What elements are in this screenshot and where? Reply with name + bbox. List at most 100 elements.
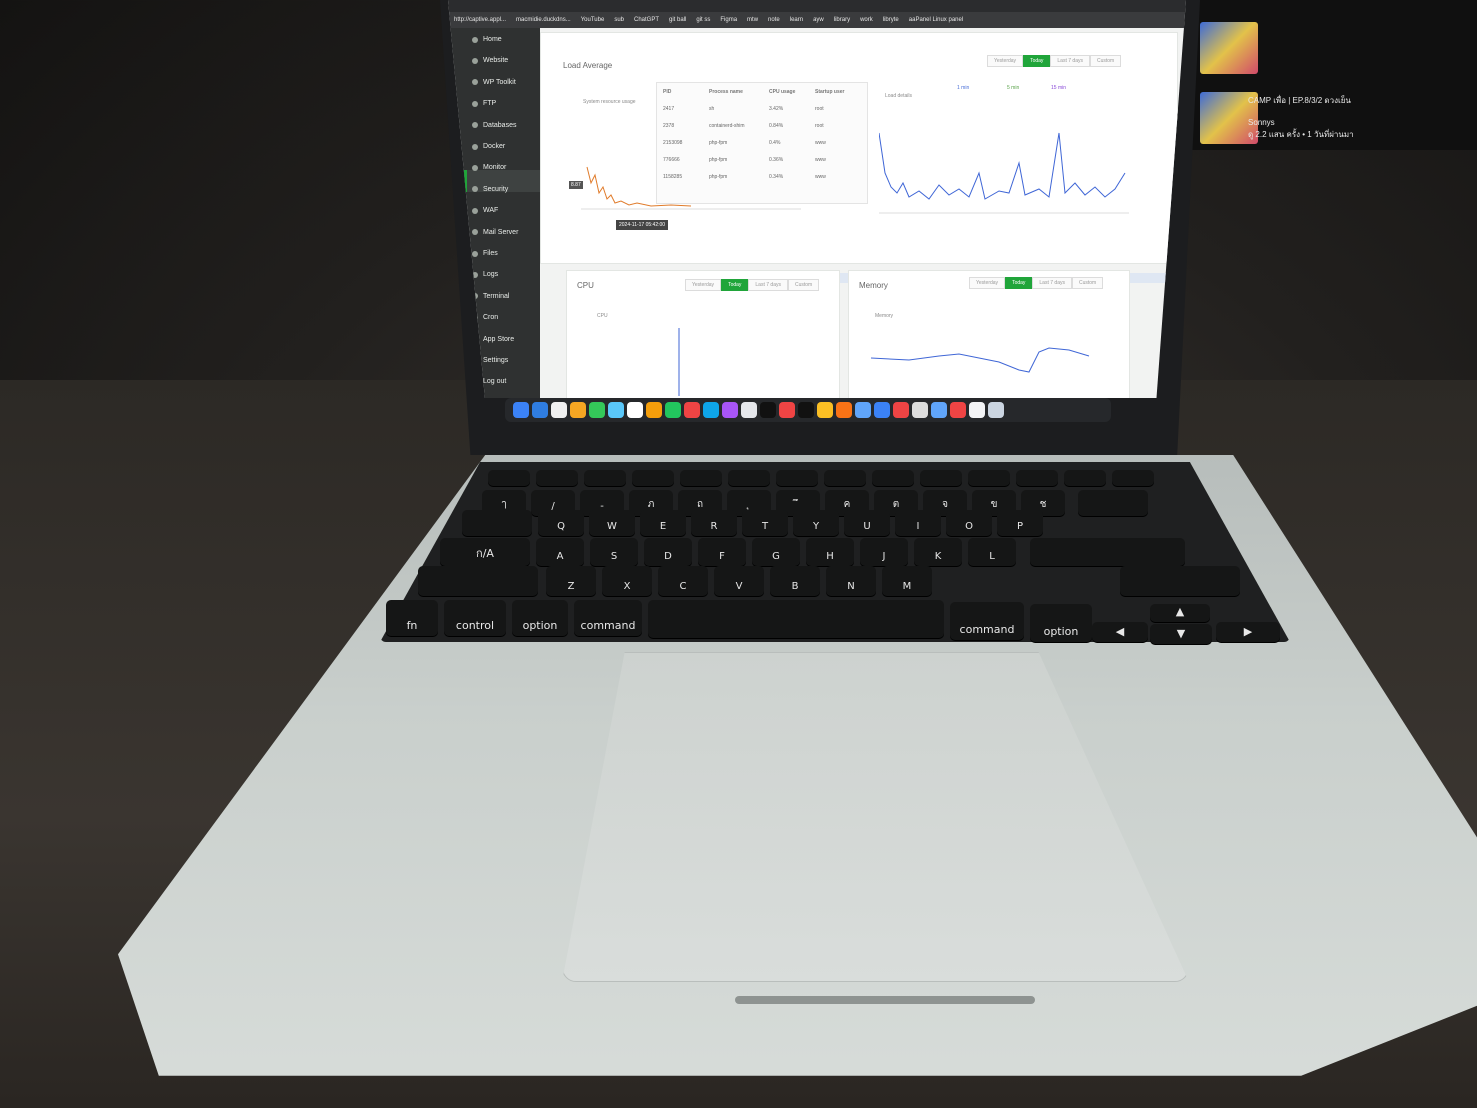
bookmark-link[interactable]: aaPanel Linux panel [909,17,963,23]
function-key[interactable] [632,470,674,486]
arrow-left-key[interactable]: ◀ [1092,622,1148,642]
app-icon[interactable] [627,402,643,418]
app-icon[interactable] [589,402,605,418]
app-icon[interactable] [532,402,548,418]
tab-today[interactable]: Today [1023,55,1051,67]
app-icon[interactable] [551,402,567,418]
function-key[interactable] [680,470,722,486]
app-icon[interactable] [722,402,738,418]
letter-key-d[interactable]: D [644,538,692,566]
tab-custom[interactable]: Custom [1071,277,1104,289]
option-key[interactable]: option [512,600,568,636]
legend-5min[interactable]: 5 min [1007,85,1019,91]
function-key[interactable] [584,470,626,486]
app-icon[interactable] [969,402,985,418]
tab-key[interactable] [462,510,532,536]
app-icon[interactable] [665,402,681,418]
sidebar-item-waf[interactable]: WAF [472,207,498,214]
option-right-key[interactable]: option [1030,604,1092,642]
tab-today[interactable]: Today [1005,277,1033,289]
letter-key-r[interactable]: R [691,510,737,536]
letter-key-t[interactable]: T [742,510,788,536]
letter-key-n[interactable]: N [826,566,876,596]
caps-lock-key[interactable]: ก/A [440,538,530,566]
legend-1min[interactable]: 1 min [957,85,969,91]
function-key[interactable] [488,470,530,486]
arrow-right-key[interactable]: ▶ [1216,622,1280,642]
arrow-up-key[interactable]: ▲ [1150,604,1210,622]
letter-key-h[interactable]: H [806,538,854,566]
control-key[interactable]: control [444,600,506,636]
letter-key-j[interactable]: J [860,538,908,566]
letter-key-a[interactable]: A [536,538,584,566]
letter-key-f[interactable]: F [698,538,746,566]
app-icon[interactable] [817,402,833,418]
fn-key[interactable]: fn [386,600,438,636]
app-icon[interactable] [950,402,966,418]
sidebar-item-monitor[interactable]: Monitor [472,164,506,171]
function-key[interactable] [824,470,866,486]
letter-key-s[interactable]: S [590,538,638,566]
letter-key-i[interactable]: I [895,510,941,536]
bookmark-link[interactable]: macmidie.duckdns... [516,17,571,23]
app-icon[interactable] [874,402,890,418]
tab-yesterday[interactable]: Yesterday [987,55,1024,67]
letter-key-z[interactable]: Z [546,566,596,596]
letter-key-x[interactable]: X [602,566,652,596]
app-icon[interactable] [798,402,814,418]
legend-15min[interactable]: 15 min [1051,85,1066,91]
sidebar-item-security[interactable]: Security [472,186,508,193]
app-icon[interactable] [855,402,871,418]
tab-last-7-days[interactable]: Last 7 days [1032,277,1072,289]
sidebar-item-wp-toolkit[interactable]: WP Toolkit [472,79,516,86]
bookmark-link[interactable]: note [768,17,780,23]
sidebar-item-files[interactable]: Files [472,250,498,257]
delete-key[interactable] [1078,490,1148,516]
space-bar[interactable] [648,600,944,638]
shift-left-key[interactable] [418,566,538,596]
app-icon[interactable] [988,402,1004,418]
bookmark-link[interactable]: git ss [696,17,710,23]
sidebar-item-docker[interactable]: Docker [472,143,505,150]
letter-key-m[interactable]: M [882,566,932,596]
sidebar-item-website[interactable]: Website [472,57,508,64]
function-key[interactable] [920,470,962,486]
command-right-key[interactable]: command [950,602,1024,640]
bookmark-link[interactable]: libryte [883,17,899,23]
function-key[interactable] [1016,470,1058,486]
bookmark-link[interactable]: http://captive.appl... [454,17,506,23]
bookmark-link[interactable]: YouTube [581,17,605,23]
sidebar-item-terminal[interactable]: Terminal [472,293,509,300]
shift-right-key[interactable] [1120,566,1240,596]
letter-key-e[interactable]: E [640,510,686,536]
app-icon[interactable] [646,402,662,418]
app-icon[interactable] [513,402,529,418]
app-icon[interactable] [893,402,909,418]
tab-today[interactable]: Today [721,279,749,291]
letter-key-v[interactable]: V [714,566,764,596]
command-key[interactable]: command [574,600,642,636]
letter-key-y[interactable]: Y [793,510,839,536]
sidebar-item-mail-server[interactable]: Mail Server [472,229,518,236]
function-key[interactable] [968,470,1010,486]
letter-key-l[interactable]: L [968,538,1016,566]
bookmark-link[interactable]: Figma [720,17,737,23]
function-key[interactable] [1064,470,1106,486]
app-icon[interactable] [741,402,757,418]
arrow-down-key[interactable]: ▼ [1150,624,1212,644]
bookmark-link[interactable]: learn [790,17,803,23]
bookmark-link[interactable]: work [860,17,873,23]
app-icon[interactable] [931,402,947,418]
app-icon[interactable] [779,402,795,418]
app-icon[interactable] [703,402,719,418]
app-icon[interactable] [836,402,852,418]
bookmark-link[interactable]: library [834,17,850,23]
letter-key-c[interactable]: C [658,566,708,596]
sidebar-item-ftp[interactable]: FTP [472,100,496,107]
letter-key-q[interactable]: Q [538,510,584,536]
letter-key-w[interactable]: W [589,510,635,536]
function-key[interactable] [536,470,578,486]
bookmark-link[interactable]: git ball [669,17,686,23]
letter-key-k[interactable]: K [914,538,962,566]
bookmark-link[interactable]: ayw [813,17,824,23]
